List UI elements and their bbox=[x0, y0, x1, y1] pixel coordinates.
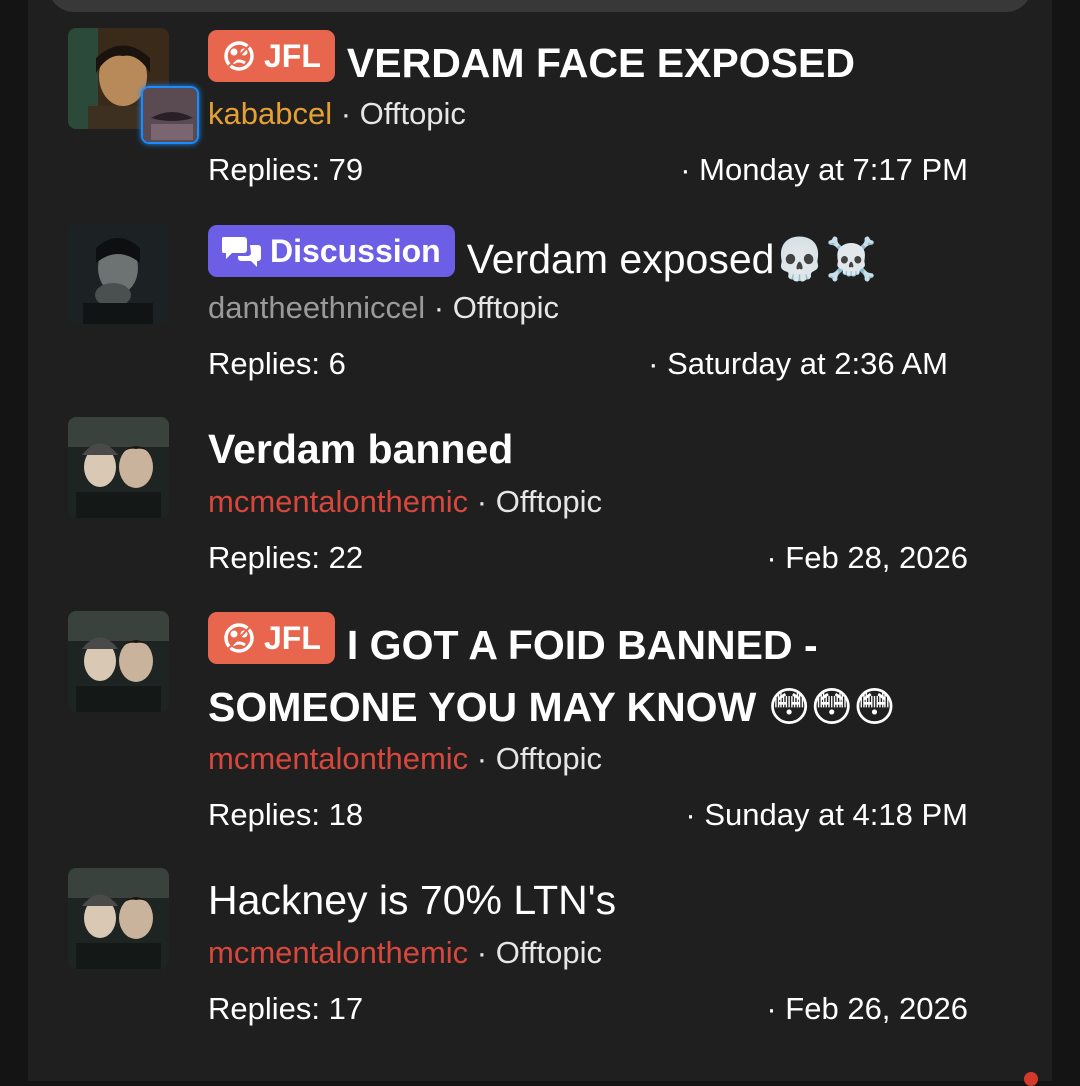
author-link[interactable]: mcmentalonthemic bbox=[208, 484, 468, 519]
thread-meta: dantheethniccel · Offtopic bbox=[208, 288, 559, 328]
thread-title-row[interactable]: Hackney is 70% LTN's bbox=[208, 869, 990, 931]
meta-separator: · bbox=[476, 484, 488, 519]
author-link[interactable]: mcmentalonthemic bbox=[208, 935, 468, 970]
thread-title[interactable]: VERDAM FACE EXPOSED bbox=[347, 40, 855, 86]
forum-link[interactable]: Offtopic bbox=[360, 96, 466, 131]
replies-count: Replies: 79 bbox=[208, 152, 364, 187]
thread-meta: kababcel · Offtopic bbox=[208, 94, 466, 134]
forum-link[interactable]: Offtopic bbox=[496, 935, 602, 970]
rolling-eyes-icon bbox=[224, 623, 254, 653]
flushed-emoji: 😳😳😳 bbox=[767, 683, 896, 731]
replies-count: Replies: 6 bbox=[208, 346, 346, 381]
date-separator: · bbox=[680, 152, 691, 187]
replies-count: Replies: 17 bbox=[208, 991, 364, 1026]
last-post-date[interactable]: · Sunday at 4:18 PM bbox=[685, 795, 968, 835]
thread-title[interactable]: Verdam exposed bbox=[467, 236, 775, 282]
meta-separator: · bbox=[433, 290, 445, 325]
last-post-date[interactable]: · Feb 26, 2026 bbox=[766, 989, 968, 1029]
meta-separator: · bbox=[476, 935, 488, 970]
prefix-label: JFL bbox=[264, 620, 321, 656]
date-separator: · bbox=[766, 540, 777, 575]
thread-title-row-2[interactable]: SOMEONE YOU MAY KNOW 😳😳😳 bbox=[208, 676, 990, 738]
avatar[interactable] bbox=[68, 417, 169, 518]
thread-title-continued[interactable]: SOMEONE YOU MAY KNOW bbox=[208, 684, 756, 730]
author-link[interactable]: mcmentalonthemic bbox=[208, 741, 468, 776]
thread-title-row[interactable]: JFL I GOT A FOID BANNED - bbox=[208, 612, 990, 676]
prefix-jfl[interactable]: JFL bbox=[208, 612, 335, 664]
last-post-date[interactable]: · Feb 28, 2026 bbox=[766, 538, 968, 578]
thread-meta: mcmentalonthemic · Offtopic bbox=[208, 482, 602, 522]
date-separator: · bbox=[685, 797, 696, 832]
date-text: Saturday at 2:36 AM bbox=[667, 346, 948, 381]
prefix-jfl[interactable]: JFL bbox=[208, 30, 335, 82]
replies-count: Replies: 18 bbox=[208, 797, 364, 832]
date-separator: · bbox=[648, 346, 659, 381]
prefix-label: JFL bbox=[264, 38, 321, 74]
date-text: Feb 26, 2026 bbox=[785, 991, 968, 1026]
prefix-label: Discussion bbox=[270, 233, 441, 269]
thread-title-row[interactable]: Discussion Verdam exposed💀☠️ bbox=[208, 225, 990, 290]
thread-meta: mcmentalonthemic · Offtopic bbox=[208, 739, 602, 779]
skull-emoji: 💀☠️ bbox=[774, 235, 877, 283]
author-link[interactable]: dantheethniccel bbox=[208, 290, 425, 325]
forum-link[interactable]: Offtopic bbox=[453, 290, 559, 325]
author-link[interactable]: kababcel bbox=[208, 96, 332, 131]
date-text: Monday at 7:17 PM bbox=[699, 152, 968, 187]
avatar[interactable] bbox=[68, 223, 169, 324]
chat-bubbles-icon bbox=[222, 237, 261, 267]
date-text: Sunday at 4:18 PM bbox=[704, 797, 968, 832]
replies-count: Replies: 22 bbox=[208, 540, 364, 575]
top-bar-edge bbox=[48, 0, 1032, 12]
thread-title[interactable]: I GOT A FOID BANNED - bbox=[347, 622, 818, 668]
notification-dot bbox=[1024, 1072, 1038, 1086]
date-text: Feb 28, 2026 bbox=[785, 540, 968, 575]
date-separator: · bbox=[766, 991, 777, 1026]
meta-separator: · bbox=[340, 96, 352, 131]
thread-title-row[interactable]: Verdam banned bbox=[208, 418, 990, 480]
thread-meta: mcmentalonthemic · Offtopic bbox=[208, 933, 602, 973]
last-post-date[interactable]: · Saturday at 2:36 AM bbox=[648, 344, 948, 384]
thread-title[interactable]: Verdam banned bbox=[208, 426, 513, 472]
last-post-date[interactable]: · Monday at 7:17 PM bbox=[680, 150, 968, 190]
avatar[interactable] bbox=[68, 611, 169, 712]
forum-link[interactable]: Offtopic bbox=[496, 741, 602, 776]
thread-title[interactable]: Hackney is 70% LTN's bbox=[208, 877, 616, 923]
meta-separator: · bbox=[476, 741, 488, 776]
sub-avatar[interactable] bbox=[141, 86, 199, 144]
avatar[interactable] bbox=[68, 868, 169, 969]
rolling-eyes-icon bbox=[224, 41, 254, 71]
prefix-discussion[interactable]: Discussion bbox=[208, 225, 455, 277]
thread-title-row[interactable]: JFL VERDAM FACE EXPOSED bbox=[208, 30, 990, 94]
forum-link[interactable]: Offtopic bbox=[496, 484, 602, 519]
